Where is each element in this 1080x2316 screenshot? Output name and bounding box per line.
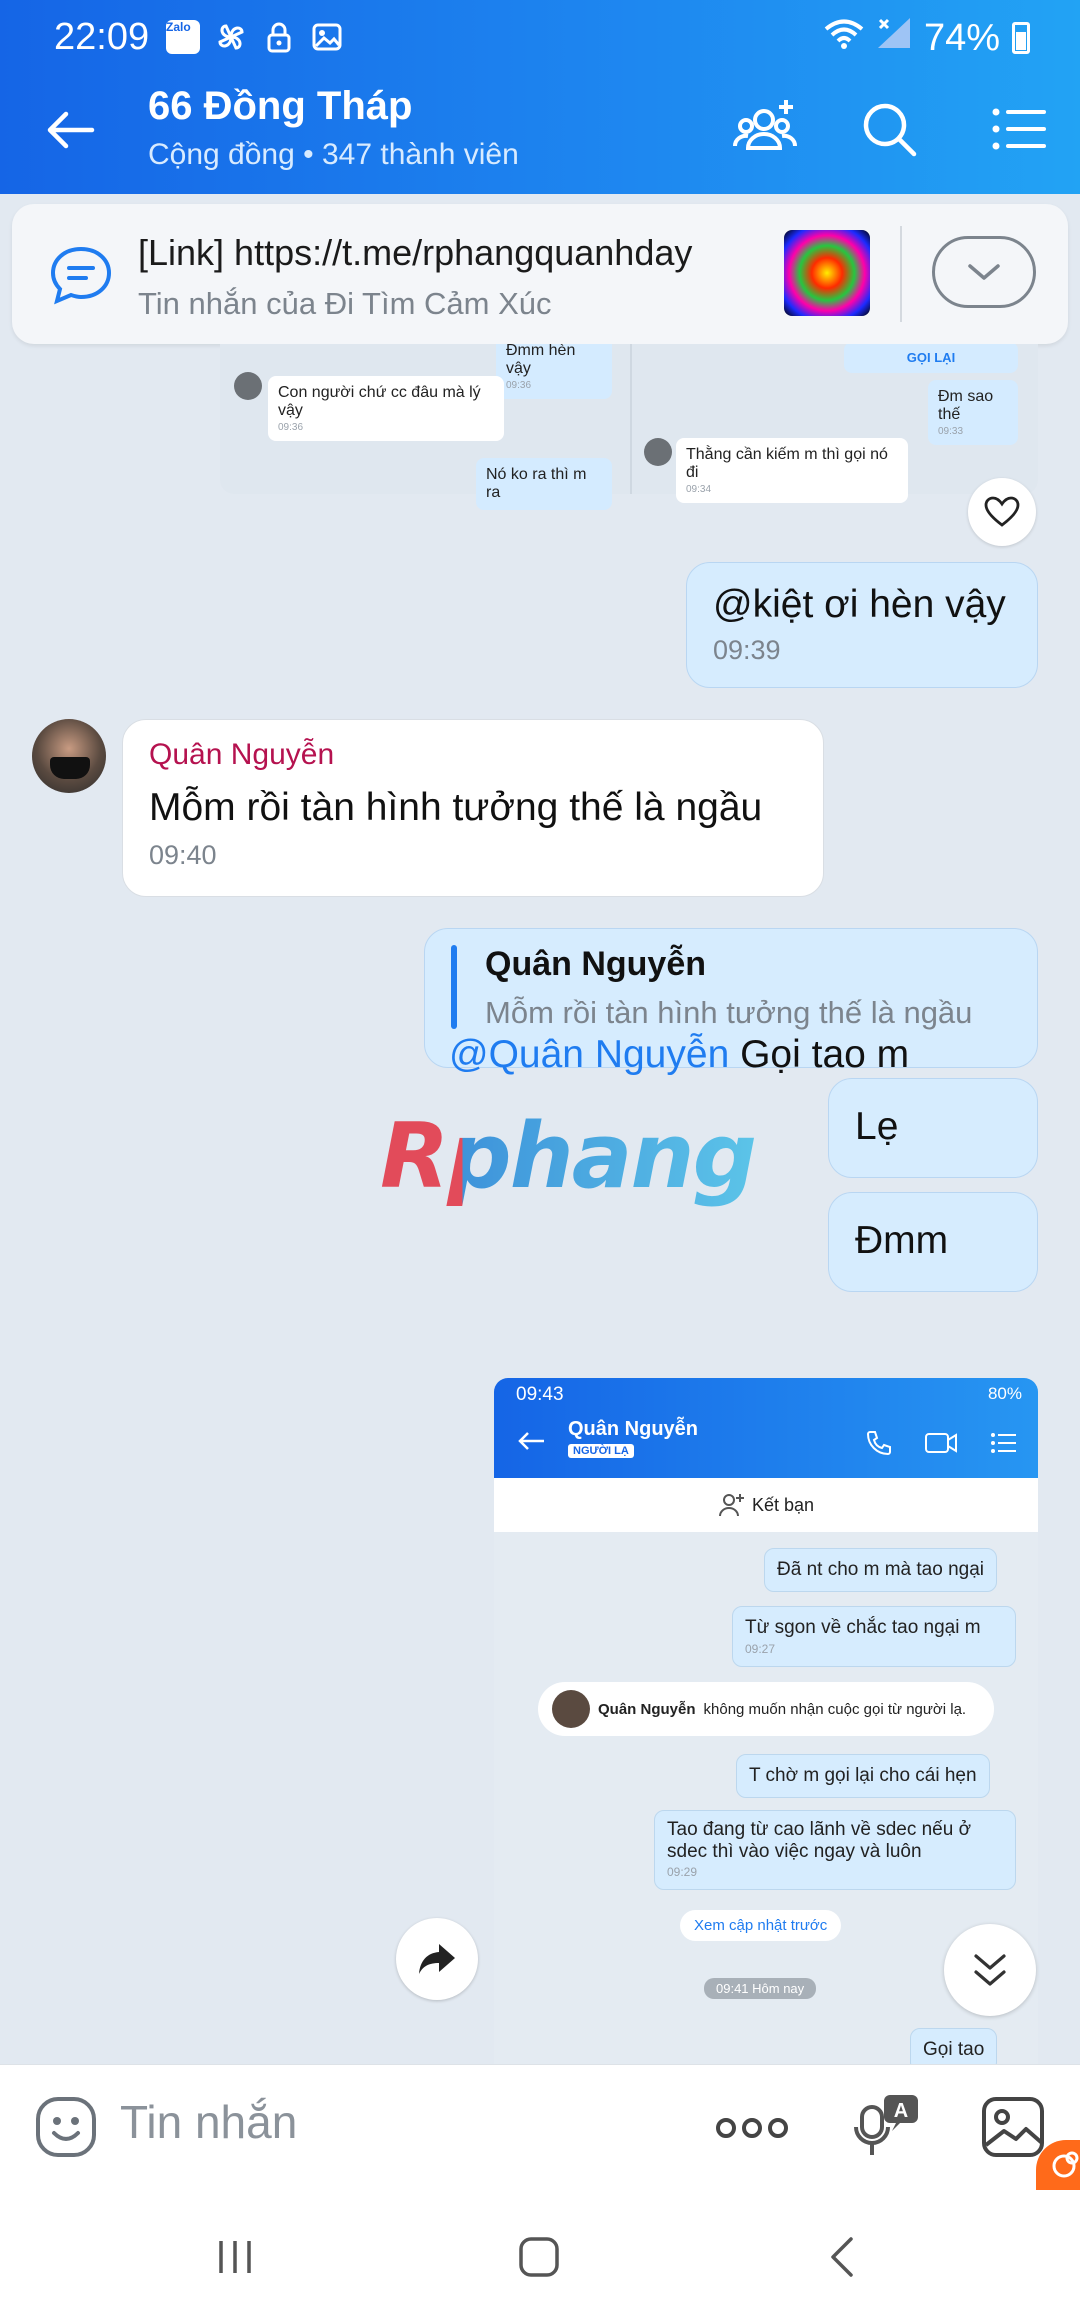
reply-text: @Quân Nguyễn Gọi tao m xyxy=(449,1033,910,1076)
message-text: Đmm xyxy=(855,1219,949,1262)
mention[interactable]: @Quân Nguyễn xyxy=(449,1033,729,1076)
received-message[interactable]: Quân Nguyễn Mỗm rồi tàn hình tưởng thế l… xyxy=(122,719,824,897)
heart-icon xyxy=(984,496,1020,527)
pinned-divider xyxy=(900,226,902,322)
mini-avatar xyxy=(644,438,672,466)
double-chevron-down-icon xyxy=(974,1954,1006,1986)
shot-msg: Từ sgon về chắc tao ngại m 09:27 xyxy=(732,1606,1016,1667)
image-icon xyxy=(310,20,344,54)
message-time: 09:40 xyxy=(149,840,217,870)
shot-call-notice: Quân Nguyễn không muốn nhận cuộc gọi từ n… xyxy=(538,1682,994,1736)
list-icon xyxy=(991,1433,1016,1453)
back-button[interactable] xyxy=(42,102,98,158)
wifi-icon xyxy=(824,17,864,60)
lock-icon xyxy=(262,20,296,54)
my-message[interactable]: @kiệt ơi hèn vậy 09:39 xyxy=(686,562,1038,688)
back-icon xyxy=(518,1432,544,1450)
avatar[interactable] xyxy=(32,719,106,793)
microphone-icon: A xyxy=(854,2095,918,2155)
recent-apps-button[interactable] xyxy=(210,2232,260,2282)
chat-header: 66 Đồng Tháp Cộng đồng • 347 thành viên xyxy=(0,66,1080,194)
notification-icons: Zalo xyxy=(166,20,344,54)
video-icon xyxy=(925,1433,957,1453)
mini-msg: Đmm hèn vậy 09:36 xyxy=(496,344,612,399)
image-message-1[interactable]: Đmm hèn vậy 09:36 Con người chứ cc đâu mà… xyxy=(220,344,1038,510)
system-nav-bar xyxy=(0,2190,1080,2316)
expand-pinned-button[interactable] xyxy=(932,236,1036,308)
group-subtitle[interactable]: Cộng đồng • 347 thành viên xyxy=(148,138,519,172)
add-friend-icon xyxy=(718,1494,744,1517)
quote-text: Mỗm rồi tàn hình tưởng thế là ngầu xyxy=(485,995,973,1030)
message-text: @kiệt ơi hèn vậy xyxy=(713,583,1006,626)
home-icon xyxy=(519,2237,559,2277)
share-button[interactable] xyxy=(396,1918,478,2000)
shot-header: 09:43 80% Quân Nguyễn NGƯỜI LẠ xyxy=(494,1378,1038,1478)
message-text: Mỗm rồi tàn hình tưởng thế là ngầu xyxy=(149,786,763,829)
message-time: 09:39 xyxy=(713,635,781,665)
battery-percent: 74% xyxy=(923,16,1000,59)
phone-icon xyxy=(866,1431,891,1456)
forward-arrow-icon xyxy=(419,1944,455,1974)
pinned-thumbnail xyxy=(784,230,870,316)
sender-name: Quân Nguyễn xyxy=(149,738,335,771)
mini-call-back: GỌI LẠI xyxy=(844,344,1018,373)
voice-to-text-button[interactable]: A xyxy=(852,2089,928,2165)
pinned-subtitle: Tin nhắn của Đi Tìm Cảm Xúc xyxy=(138,286,552,321)
mini-msg: Thằng cần kiếm m thì gọi nó đi 09:34 xyxy=(676,438,908,503)
quote-sender: Quân Nguyễn xyxy=(485,945,707,983)
image-icon xyxy=(982,2097,1044,2157)
react-button[interactable] xyxy=(968,478,1036,546)
more-options-button[interactable] xyxy=(714,2105,790,2151)
shot-divider xyxy=(630,344,632,494)
status-bar: 22:09 Zalo 74% xyxy=(0,0,1080,66)
menu-button[interactable] xyxy=(986,96,1052,162)
emoji-icon xyxy=(36,2097,96,2157)
chevron-left-icon xyxy=(831,2237,853,2277)
chat-bubble-icon xyxy=(48,244,114,306)
more-dots-icon xyxy=(716,2118,788,2138)
list-icon xyxy=(992,108,1046,150)
pinned-message[interactable]: [Link] https://t.me/rphangquanhday Tin n… xyxy=(12,204,1068,344)
status-time: 22:09 xyxy=(54,16,150,58)
zalo-icon: Zalo xyxy=(166,20,200,54)
my-message[interactable]: Đmm xyxy=(828,1192,1038,1292)
shot-add-friend: Kết bạn xyxy=(494,1478,1038,1532)
top-bar: 22:09 Zalo 74% 66 Đồng Tháp Cộng đồng • … xyxy=(0,0,1080,194)
add-member-button[interactable] xyxy=(732,96,798,162)
quote-bar xyxy=(451,945,457,1029)
home-button[interactable] xyxy=(514,2232,564,2282)
signal-icon xyxy=(876,16,912,60)
gallery-button[interactable] xyxy=(980,2095,1046,2159)
recent-apps-icon xyxy=(219,2241,251,2273)
chevron-down-icon xyxy=(968,264,1000,280)
my-message[interactable]: Lẹ xyxy=(828,1078,1038,1178)
message-input[interactable]: Tin nhắn xyxy=(120,2095,297,2149)
pinwheel-icon xyxy=(214,20,248,54)
battery-icon xyxy=(1012,22,1030,54)
chat-area[interactable]: Đmm hèn vậy 09:36 Con người chứ cc đâu mà… xyxy=(0,344,1080,2064)
status-right: 74% xyxy=(824,16,1030,60)
shot-msg: Tao đang từ cao lãnh về sdec nếu ở sdec … xyxy=(654,1810,1016,1891)
add-member-icon xyxy=(732,100,798,150)
search-icon xyxy=(863,103,917,157)
message-text: Lẹ xyxy=(855,1105,899,1148)
mini-msg: Con người chứ cc đâu mà lý vậy 09:36 xyxy=(268,376,504,441)
message-composer: Tin nhắn A xyxy=(0,2064,1080,2190)
scroll-to-bottom-button[interactable] xyxy=(944,1924,1036,2016)
system-back-button[interactable] xyxy=(818,2232,868,2282)
search-button[interactable] xyxy=(856,96,922,162)
group-title[interactable]: 66 Đồng Tháp xyxy=(148,84,412,129)
bubble-icon xyxy=(1052,2151,1079,2178)
reply-message[interactable]: Quân Nguyễn Mỗm rồi tàn hình tưởng thế l… xyxy=(424,928,1038,1076)
mini-avatar xyxy=(234,372,262,400)
pinned-title: [Link] https://t.me/rphangquanhday xyxy=(138,232,693,273)
watermark-logo: Rphang xyxy=(380,1104,757,1209)
sticker-button[interactable] xyxy=(34,2095,98,2159)
mini-msg: Nó ko ra thì m ra xyxy=(476,458,612,510)
svg-text:A: A xyxy=(894,2100,908,2122)
mini-msg: Đm sao thế 09:33 xyxy=(928,380,1018,445)
